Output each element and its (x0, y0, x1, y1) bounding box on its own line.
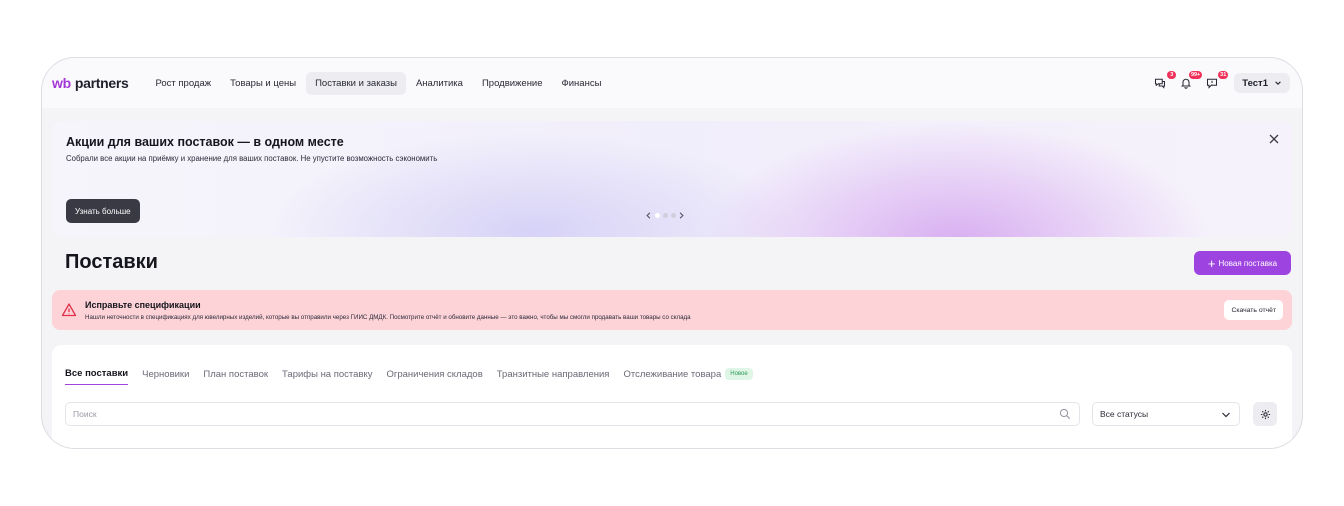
notifications-badge: 99+ (1188, 71, 1203, 79)
nav-products-prices[interactable]: Товары и цены (221, 72, 305, 95)
search-input[interactable]: Поиск (65, 402, 1080, 426)
carousel-dot[interactable] (670, 213, 676, 218)
status-select[interactable]: Все статусы (1092, 402, 1240, 426)
nav-supplies-orders[interactable]: Поставки и заказы (306, 71, 406, 95)
tab-product-tracking[interactable]: Отслеживание товара Новое (623, 368, 753, 385)
search-placeholder: Поиск (73, 409, 97, 419)
download-report-button[interactable]: Скачать отчёт (1224, 300, 1283, 320)
message-icon (1207, 78, 1218, 89)
alert-title: Исправьте спецификации (85, 300, 201, 310)
messages-button[interactable]: 31 (1202, 71, 1229, 93)
learn-more-button[interactable]: Узнать больше (66, 199, 140, 223)
new-supply-button[interactable]: + Новая поставка (1194, 251, 1291, 275)
tab-transit-routes[interactable]: Транзитные направления (497, 369, 610, 385)
chat-badge: 3 (1167, 71, 1177, 79)
warning-icon (61, 303, 77, 317)
supplies-tabs: Все поставки Черновики План поставок Тар… (65, 368, 767, 385)
tab-supply-tariffs[interactable]: Тарифы на поставку (282, 369, 372, 385)
gear-icon (1260, 409, 1270, 419)
chevron-right-icon[interactable] (677, 211, 686, 220)
promo-banner: Акции для ваших поставок — в одном месте… (52, 121, 1292, 237)
chat-button[interactable]: 3 (1150, 71, 1177, 93)
chevron-down-icon (1222, 412, 1230, 418)
nav-promotion[interactable]: Продвижение (473, 72, 552, 95)
logo-partners: partners (74, 75, 129, 91)
nav-finance[interactable]: Финансы (553, 72, 611, 95)
supplies-panel: Все поставки Черновики План поставок Тар… (52, 345, 1292, 448)
new-badge: Новое (725, 368, 753, 380)
messages-badge: 31 (1218, 71, 1229, 79)
top-navigation: wb partners Рост продаж Товары и цены По… (42, 58, 1302, 108)
search-icon (1059, 408, 1071, 420)
tab-drafts[interactable]: Черновики (142, 369, 189, 385)
carousel-dot[interactable] (662, 213, 668, 218)
plus-icon: + (1207, 255, 1216, 271)
banner-subtitle: Собрали все акции на приёмку и хранение … (66, 154, 438, 163)
specification-alert: Исправьте спецификации Нашли неточности … (52, 290, 1292, 330)
notifications-button[interactable]: 99+ (1176, 71, 1203, 93)
app-frame: wb partners Рост продаж Товары и цены По… (41, 57, 1303, 449)
new-supply-label: Новая поставка (1218, 258, 1278, 268)
chevron-left-icon[interactable] (644, 211, 653, 220)
banner-title: Акции для ваших поставок — в одном месте (66, 135, 344, 149)
nav-analytics[interactable]: Аналитика (407, 72, 472, 95)
status-value: Все статусы (1100, 409, 1149, 419)
bell-icon (1181, 78, 1192, 89)
carousel-dot[interactable] (654, 213, 660, 218)
tab-supply-plan[interactable]: План поставок (203, 369, 268, 385)
alert-text: Нашли неточности в спецификациях для юве… (85, 314, 691, 321)
page-title: Поставки (65, 251, 158, 273)
tab-warehouse-limits[interactable]: Ограничения складов (387, 369, 483, 385)
tab-all-supplies[interactable]: Все поставки (65, 368, 129, 385)
close-icon[interactable] (1268, 133, 1280, 145)
settings-button[interactable] (1253, 402, 1277, 426)
main-nav: Рост продаж Товары и цены Поставки и зак… (146, 71, 611, 95)
chevron-down-icon (1275, 81, 1281, 85)
wb-partners-logo[interactable]: wb partners (52, 75, 129, 91)
logo-wb: wb (52, 75, 71, 91)
user-name: Тест1 (1242, 77, 1268, 89)
user-menu[interactable]: Тест1 (1234, 73, 1290, 93)
header-tools: 3 99+ 31 Тест1 (1144, 58, 1290, 108)
banner-carousel (644, 211, 686, 220)
chat-icon (1155, 78, 1166, 89)
nav-sales-growth[interactable]: Рост продаж (146, 72, 220, 95)
tab-product-tracking-label: Отслеживание товара (623, 368, 722, 380)
